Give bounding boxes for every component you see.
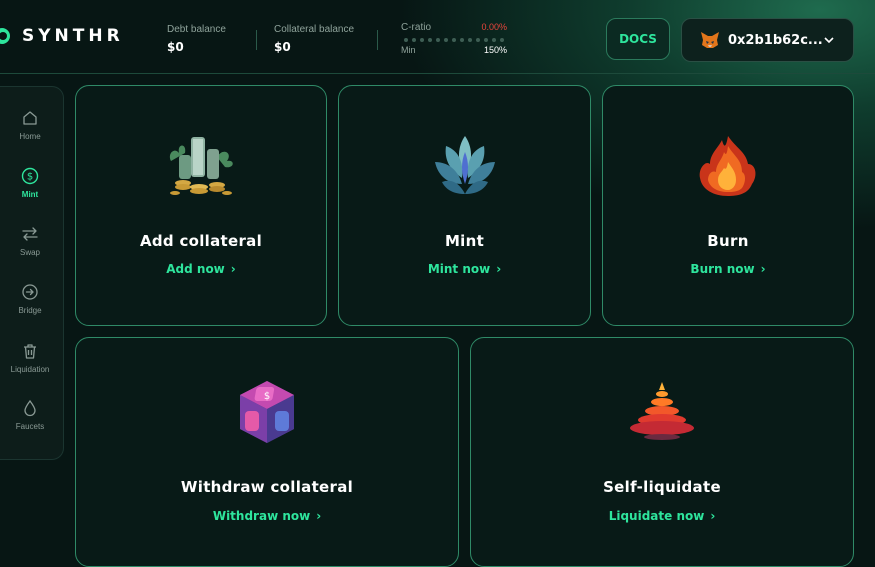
card-title: Burn xyxy=(707,232,749,250)
burn-card[interactable]: Burn Burn now › xyxy=(602,85,854,326)
sidebar-item-label: Faucets xyxy=(15,422,45,431)
flame-icon xyxy=(699,136,756,196)
divider xyxy=(256,30,257,50)
card-title: Self-liquidate xyxy=(603,478,721,496)
card-link-label: Liquidate now xyxy=(608,509,705,523)
card-title: Withdraw collateral xyxy=(180,478,354,496)
wallet-address: 0x2b1b62c... xyxy=(728,32,823,48)
chevron-right-icon: › xyxy=(230,262,236,276)
withdraw-now-link[interactable]: Withdraw now › xyxy=(76,509,458,523)
brand-name: SYNTHR xyxy=(22,26,124,46)
sidebar-item-home[interactable]: Home xyxy=(0,109,60,141)
collateral-balance: Collateral balance $0 xyxy=(274,24,354,54)
mint-now-link[interactable]: Mint now › xyxy=(339,262,590,276)
withdraw-collateral-card[interactable]: $ Withdraw collateral Withdraw now › xyxy=(75,337,459,567)
collateral-balance-label: Collateral balance xyxy=(274,24,355,35)
svg-text:$: $ xyxy=(27,172,33,183)
add-now-link[interactable]: Add now › xyxy=(76,262,326,276)
bridge-icon xyxy=(22,284,38,300)
collateral-balance-value: $0 xyxy=(274,40,291,54)
swap-icon xyxy=(22,227,38,241)
sidebar-item-label: Bridge xyxy=(18,306,42,315)
c-ratio-min-label: Min xyxy=(401,45,416,55)
card-link-label: Mint now xyxy=(427,262,491,276)
c-ratio-min-value: 150% xyxy=(483,45,507,55)
sidebar-item-mint[interactable]: $ Mint xyxy=(0,167,60,199)
burn-now-link[interactable]: Burn now › xyxy=(603,262,853,276)
sidebar-item-label: Mint xyxy=(21,190,39,199)
metamask-fox-icon xyxy=(701,32,719,48)
sidebar-item-label: Home xyxy=(19,132,41,141)
sidebar-item-faucets[interactable]: Faucets xyxy=(0,399,60,431)
melting-cone-icon xyxy=(630,382,694,440)
card-link-label: Add now xyxy=(166,262,225,276)
c-ratio-value: 0.00% xyxy=(481,22,507,32)
card-title: Mint xyxy=(444,232,485,250)
chevron-down-icon xyxy=(824,37,834,44)
add-collateral-card[interactable]: Add collateral Add now › xyxy=(75,85,327,326)
divider xyxy=(377,30,378,50)
card-link-label: Withdraw now xyxy=(212,509,311,523)
trash-icon xyxy=(24,344,36,359)
svg-text:$: $ xyxy=(264,391,270,402)
coins-stack-icon xyxy=(169,137,233,195)
debt-balance-value: $0 xyxy=(167,40,184,54)
sidebar-item-bridge[interactable]: Bridge xyxy=(0,283,60,315)
sidebar-item-label: Swap xyxy=(19,248,40,257)
drop-icon xyxy=(24,399,36,417)
chevron-right-icon: › xyxy=(496,262,502,276)
card-title: Add collateral xyxy=(139,232,263,250)
top-bar: SYNTHR Debt balance $0 Collateral balanc… xyxy=(0,0,875,74)
home-icon xyxy=(23,111,37,125)
dollar-icon: $ xyxy=(21,167,39,185)
chevron-right-icon: › xyxy=(316,509,322,523)
crystal-lotus-icon xyxy=(434,136,495,194)
sidebar-item-swap[interactable]: Swap xyxy=(0,225,60,257)
c-ratio-dots xyxy=(404,38,507,42)
mint-card[interactable]: Mint Mint now › xyxy=(338,85,591,326)
wallet-button[interactable]: 0x2b1b62c... xyxy=(681,18,854,62)
chevron-right-icon: › xyxy=(760,262,766,276)
vault-cube-icon: $ xyxy=(240,381,294,443)
liquidate-now-link[interactable]: Liquidate now › xyxy=(471,509,853,523)
c-ratio-label: C-ratio xyxy=(401,22,432,33)
card-link-label: Burn now xyxy=(690,262,755,276)
synthr-logo-icon xyxy=(0,27,16,45)
sidebar-item-label: Liquidation xyxy=(10,365,50,374)
self-liquidate-card[interactable]: Self-liquidate Liquidate now › xyxy=(470,337,854,567)
brand-logo[interactable]: SYNTHR xyxy=(0,26,124,46)
debt-balance-label: Debt balance xyxy=(167,24,226,35)
sidebar-nav: Home $ Mint Swap Bridge Liquidation Fauc… xyxy=(0,86,64,460)
sidebar-item-liquidation[interactable]: Liquidation xyxy=(0,342,60,374)
debt-balance: Debt balance $0 xyxy=(167,24,226,54)
c-ratio-meter: C-ratio 0.00% Min 150% xyxy=(401,22,507,58)
docs-button[interactable]: DOCS xyxy=(606,18,670,60)
chevron-right-icon: › xyxy=(710,509,716,523)
